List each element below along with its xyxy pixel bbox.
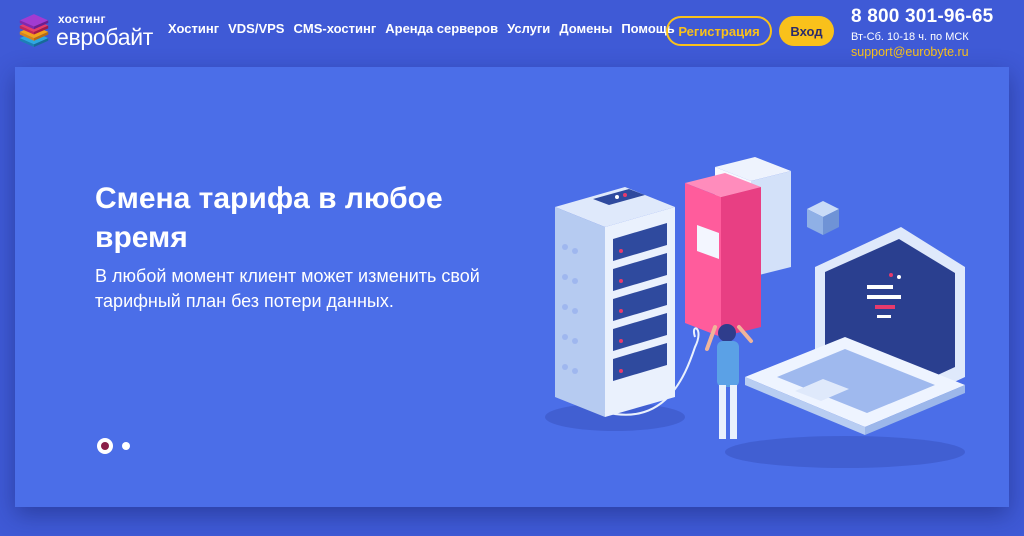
register-button[interactable]: Регистрация [666,16,772,46]
nav-item-domains[interactable]: Домены [559,21,612,41]
main-nav: Хостинг VDS/VPS CMS-хостинг Аренда серве… [168,21,675,41]
nav-item-server-rental[interactable]: Аренда серверов [385,21,498,41]
nav-item-vds-vps[interactable]: VDS/VPS [228,21,284,41]
phone-number[interactable]: 8 800 301-96-65 [851,6,1021,28]
hero-description: В любой момент клиент может изменить сво… [95,266,480,311]
hero-slide: Смена тарифа в любое время В любой момен… [15,67,1009,507]
logo[interactable]: хостинг евробайт [18,10,153,52]
logo-name: евробайт [55,24,153,50]
slider-dot[interactable] [122,442,130,450]
contacts-block: 8 800 301-96-65 Вт-Сб. 10-18 ч. по МСК s… [851,6,1021,59]
nav-item-services[interactable]: Услуги [507,21,550,41]
nav-item-hosting[interactable]: Хостинг [168,21,219,41]
working-hours: Вт-Сб. 10-18 ч. по МСК [851,31,969,43]
hero-title: Смена тарифа в любое время [95,182,443,254]
top-bar: хостинг евробайт Хостинг VDS/VPS CMS-хос… [0,0,1024,66]
support-email-link[interactable]: support@eurobyte.ru [851,45,1021,59]
stacked-cubes-icon [19,14,49,47]
login-button[interactable]: Вход [779,16,834,46]
slider-pagination [97,438,130,454]
slider-dot-active[interactable] [97,438,113,454]
server-laptop-illustration [545,157,965,468]
nav-item-cms-hosting[interactable]: CMS-хостинг [293,21,376,41]
